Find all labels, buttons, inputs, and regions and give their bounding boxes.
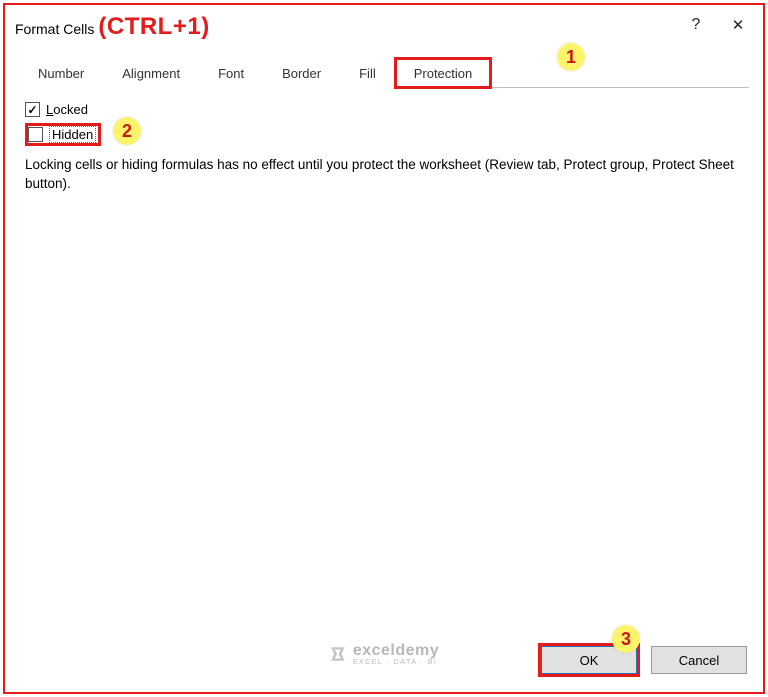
ok-button[interactable]: OK bbox=[541, 646, 637, 674]
locked-checkbox[interactable] bbox=[25, 102, 40, 117]
tab-alignment[interactable]: Alignment bbox=[103, 58, 199, 88]
dialog-footer: OK Cancel bbox=[5, 636, 763, 692]
titlebar: Format Cells (CTRL+1) ? ✕ bbox=[5, 5, 763, 49]
tab-font[interactable]: Font bbox=[199, 58, 263, 88]
hidden-label: Hidden bbox=[49, 126, 96, 143]
tab-border[interactable]: Border bbox=[263, 58, 340, 88]
tab-strip: Number Alignment Font Border Fill Protec… bbox=[19, 57, 749, 88]
tab-protection[interactable]: Protection bbox=[395, 58, 492, 88]
close-button[interactable]: ✕ bbox=[717, 9, 759, 41]
locked-label: Locked bbox=[46, 102, 88, 117]
shortcut-annotation: (CTRL+1) bbox=[98, 13, 209, 41]
format-cells-dialog: Format Cells (CTRL+1) ? ✕ Number Alignme… bbox=[3, 3, 765, 694]
hidden-row[interactable]: Hidden bbox=[25, 123, 743, 146]
help-button[interactable]: ? bbox=[675, 9, 717, 41]
dialog-title: Format Cells bbox=[15, 17, 94, 37]
hidden-checkbox[interactable] bbox=[28, 127, 43, 142]
protection-help-text: Locking cells or hiding formulas has no … bbox=[25, 156, 743, 194]
tab-fill[interactable]: Fill bbox=[340, 58, 395, 88]
cancel-button[interactable]: Cancel bbox=[651, 646, 747, 674]
protection-panel: Locked Hidden Locking cells or hiding fo… bbox=[5, 88, 763, 636]
titlebar-controls: ? ✕ bbox=[675, 9, 759, 41]
tab-number[interactable]: Number bbox=[19, 58, 103, 88]
locked-row[interactable]: Locked bbox=[25, 102, 743, 117]
hidden-highlight-box: Hidden bbox=[25, 123, 101, 146]
